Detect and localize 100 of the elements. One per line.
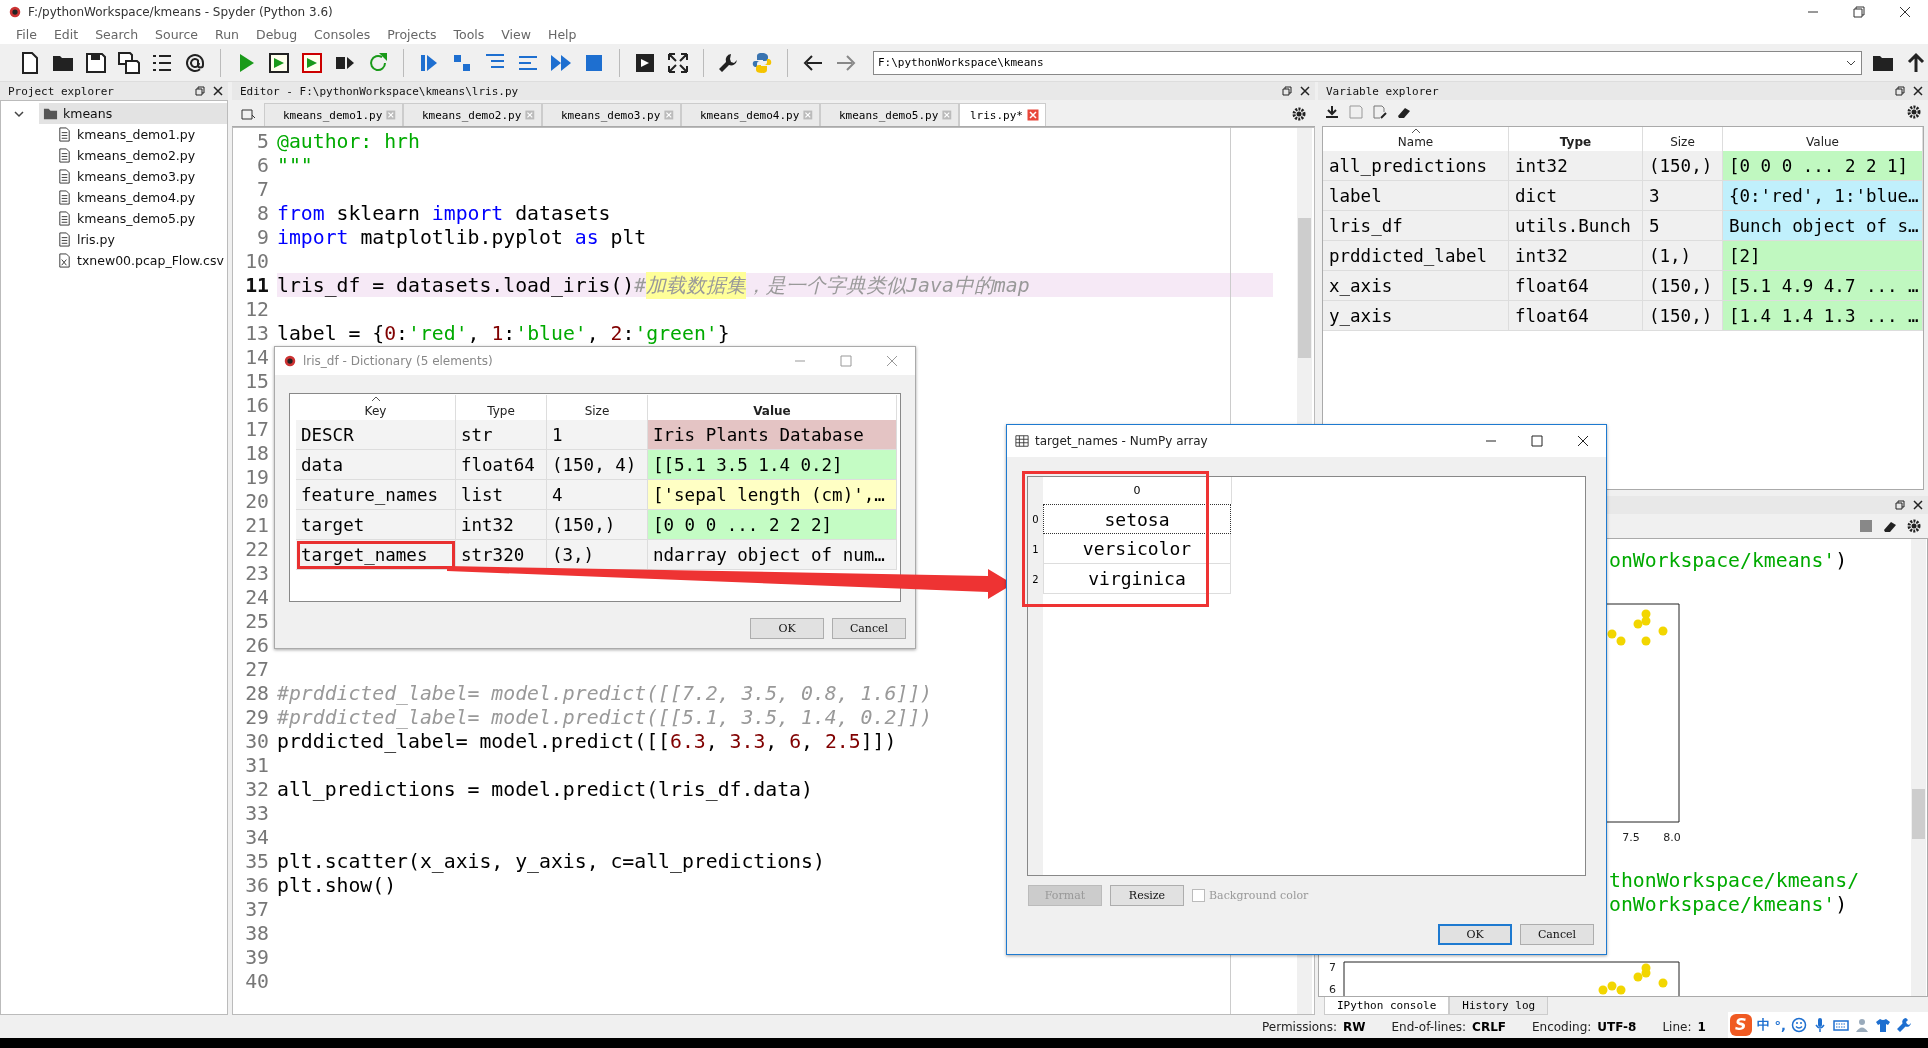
table-cell: str320 [456,540,547,570]
dialog-title: lris_df - Dictionary (5 elements) [303,354,493,368]
close-icon[interactable] [1299,85,1311,97]
status-value: CRLF [1472,1019,1506,1034]
tree-item[interactable]: txnew00.pcap_Flow.csv [53,250,228,271]
line-number: 40 [244,969,270,993]
sort-caret-icon [370,396,381,402]
row-header[interactable]: 0 [1028,504,1043,534]
status-label: Line: [1662,1019,1692,1034]
menu-item[interactable]: Source [155,26,208,42]
tool-button[interactable]: Resize [1110,885,1184,906]
file-icon [57,127,72,142]
table-cell: dict [1509,181,1643,211]
code-line: import matplotlib.pyplot as plt [277,225,647,249]
settings-icon[interactable] [1291,106,1307,122]
table-cell: float64 [1509,301,1643,331]
settings-icon[interactable] [1906,518,1922,534]
table-cell: lris_df [1323,211,1509,241]
path-field[interactable]: F:\pythonWorkspace\kmeans [873,50,1862,75]
shirt-icon[interactable] [1875,1017,1891,1033]
file-tab[interactable]: lris.py* [959,103,1046,126]
menu-item[interactable]: Edit [53,26,88,42]
console-tab[interactable]: History log [1449,997,1549,1015]
two-snakes-logo-icon[interactable] [750,50,774,75]
menu-item[interactable]: Consoles [314,26,380,42]
tree-item[interactable]: kmeans_demo5.py [53,208,200,229]
menu-item[interactable]: Run [215,26,248,42]
line-number: 31 [244,753,270,777]
microphone-icon[interactable] [1812,1017,1828,1033]
table-cell[interactable]: virginica [1043,564,1231,594]
file-tab[interactable]: kmeans_demo4.py [681,103,820,126]
line-number: 11 [244,273,270,297]
menu-item[interactable]: Projects [387,26,446,42]
column-header[interactable]: 0 [1043,477,1232,504]
table-cell[interactable]: setosa [1043,504,1231,534]
scrollbar-thumb[interactable] [1912,789,1925,839]
close-icon[interactable] [1912,499,1924,511]
save-icon[interactable] [84,50,108,75]
table-cell: (3,) [547,540,648,570]
undock-icon[interactable] [194,85,206,97]
file-tab[interactable]: kmeans_demo2.py [403,103,542,126]
line-number: 20 [244,489,270,513]
menu-item[interactable]: View [501,26,540,42]
run-cell-icon[interactable] [300,50,324,75]
keyboard-icon[interactable] [1833,1017,1849,1033]
run-file-icon[interactable] [267,50,291,75]
tree-item[interactable]: kmeans_demo4.py [53,187,200,208]
save-all-icon[interactable] [117,50,141,75]
tree-item[interactable]: kmeans_demo2.py [53,145,200,166]
close-icon[interactable] [212,85,224,97]
undock-icon[interactable] [1894,499,1906,511]
dialog-button[interactable]: Cancel [1520,924,1594,945]
table-cell[interactable]: versicolor [1043,534,1231,564]
line-number: 6 [256,153,270,177]
row-header[interactable]: 2 [1028,564,1043,594]
tree-item[interactable]: lris.py [53,229,119,250]
tree-item[interactable]: kmeans_demo3.py [53,166,200,187]
fullscreen-icon[interactable] [666,50,690,75]
console-tab[interactable]: IPython console [1324,997,1450,1015]
dialog-button[interactable]: OK [1438,924,1512,945]
data-point [1641,636,1651,646]
undock-icon[interactable] [1281,85,1293,97]
tree-item[interactable]: kmeans_demo1.py [53,124,200,145]
menu-item[interactable]: Search [95,26,148,42]
file-tab[interactable]: kmeans_demo1.py [264,103,403,126]
code-line: label = {0:'red', 1:'blue', 2:'green'} [277,321,730,345]
close-icon[interactable] [1912,85,1924,97]
scrollbar-thumb[interactable] [1298,218,1311,358]
app-icon [8,5,22,19]
ime-mode[interactable]: °, [1774,1017,1786,1033]
tree-item[interactable]: kmeans [39,103,227,124]
table-cell: int32 [1509,151,1643,181]
dialog-button[interactable]: Cancel [832,618,906,639]
menu-item[interactable]: Debug [256,26,307,42]
status-label: End-of-lines: [1391,1019,1467,1034]
table-cell: 4 [547,480,648,510]
code-line: """ [277,153,313,177]
table-cell: utils.Bunch [1509,211,1643,241]
table-cell: Bunch object of s… [1723,211,1923,241]
line-number: 7 [256,177,270,201]
file-tab[interactable]: kmeans_demo3.py [542,103,681,126]
dialog-button[interactable]: OK [750,618,824,639]
line-number: 23 [244,561,270,585]
data-point [1598,985,1608,995]
stop-icon[interactable] [1858,518,1874,534]
pane-title: Editor - F:\pythonWorkspace\kmeans\lris.py [240,84,519,98]
import-icon[interactable] [1324,104,1340,120]
save-as-icon[interactable] [1372,104,1388,120]
tab-list-icon[interactable] [240,106,256,122]
smiley-icon[interactable] [1791,1017,1807,1033]
row-header[interactable]: 1 [1028,534,1043,564]
undock-icon[interactable] [1894,85,1906,97]
ime-mode[interactable]: 中 [1756,1016,1770,1034]
menu-item[interactable]: File [16,26,46,42]
settings-icon[interactable] [1906,104,1922,120]
file-tab[interactable]: kmeans_demo5.py [820,103,959,126]
menu-item[interactable]: Help [548,26,586,42]
scrollbar[interactable] [1911,539,1926,996]
line-number: 30 [244,729,270,753]
menu-item[interactable]: Tools [453,26,494,42]
